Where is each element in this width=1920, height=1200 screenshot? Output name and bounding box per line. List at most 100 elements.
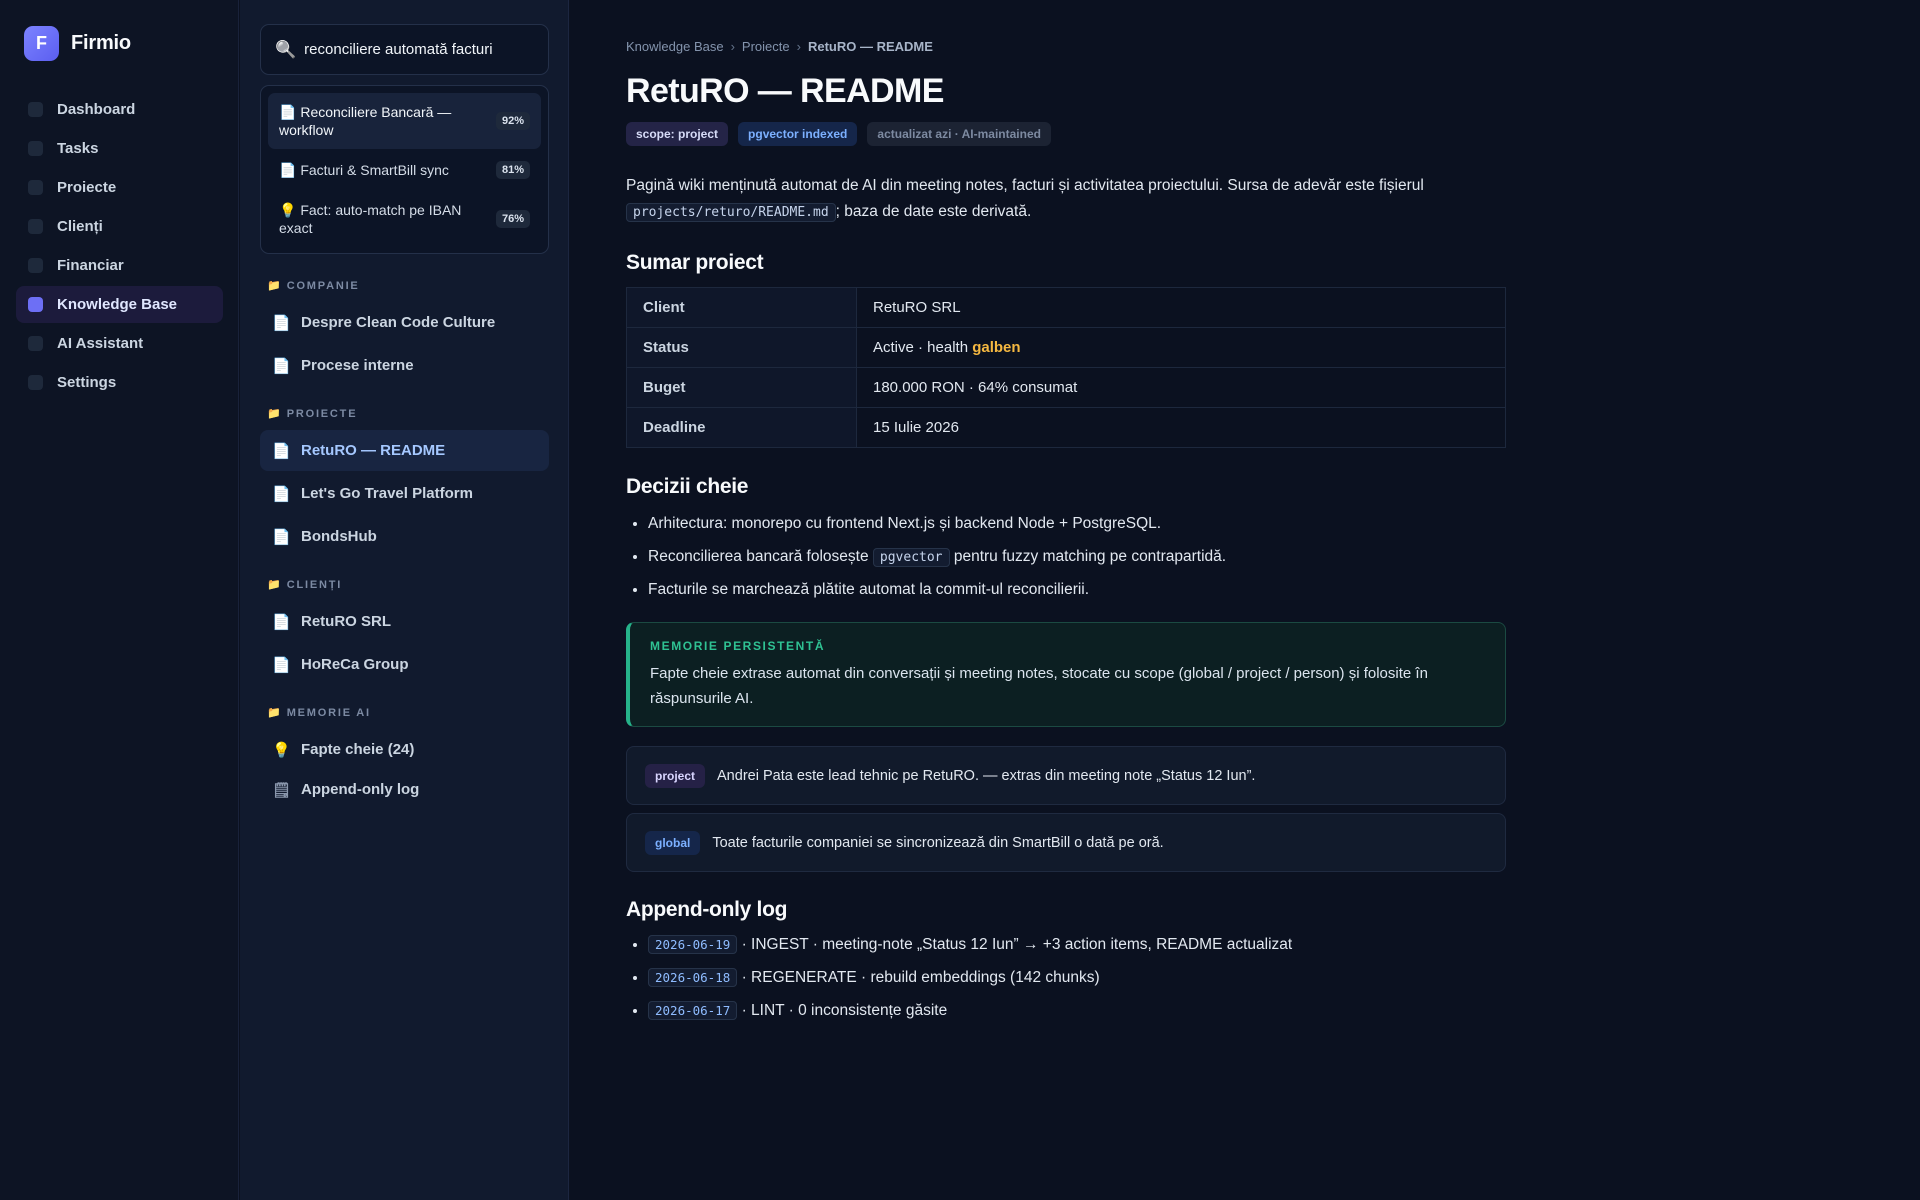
document-icon: 📄 — [272, 656, 291, 674]
table-value: RetuRO SRL — [856, 287, 1506, 328]
app-name: Firmio — [71, 32, 131, 54]
decisions-list: Arhitectura: monorepo cu frontend Next.j… — [648, 512, 1226, 611]
summary-heading: Sumar proiect — [626, 251, 764, 274]
breadcrumb: Knowledge Base › Proiecte › RetuRO — README — [626, 39, 933, 54]
index-badge: pgvector indexed — [738, 122, 858, 146]
result-title-wrap: 💡 Fact: auto-match pe IBAN exact — [279, 201, 479, 237]
nav-item-financiar[interactable]: Financiar — [16, 247, 223, 284]
callout-label: MEMORIE PERSISTENTĂ — [650, 639, 826, 653]
knowledge-base-icon — [28, 297, 43, 312]
page-badges: scope: project pgvector indexed actualiz… — [626, 122, 1061, 146]
scope-tag: project — [645, 763, 706, 788]
breadcrumb-separator: › — [796, 39, 801, 54]
search-result[interactable]: 📄 Facturi & SmartBill sync 81% — [268, 150, 541, 190]
section-label-companie: 📁 COMPANIE — [267, 279, 360, 293]
brand[interactable]: F Firmio — [24, 26, 131, 61]
search-result[interactable]: 💡 Fact: auto-match pe IBAN exact 76% — [268, 191, 541, 246]
main-nav: Dashboard Tasks Proiecte Clienți Financi… — [16, 91, 223, 403]
nav-item-dashboard[interactable]: Dashboard — [16, 91, 223, 128]
kb-item-label: BondsHub — [301, 528, 377, 545]
fact-text: Andrei Pata este lead tehnic pe RetuRO. … — [717, 767, 1256, 784]
folder-icon: 📁 — [267, 579, 281, 591]
tasks-icon — [28, 141, 43, 156]
nav-item-knowledge-base[interactable]: Knowledge Base — [16, 286, 223, 323]
page-title: RetuRO — README — [626, 72, 944, 110]
table-key: Buget — [626, 367, 857, 408]
summary-table: Client RetuRO SRL Status Active · health g… — [626, 287, 1506, 448]
breadcrumb-link[interactable]: Knowledge Base — [626, 39, 724, 54]
section-label-text: MEMORIE AI — [286, 706, 371, 719]
result-title-wrap: 📄 Facturi & SmartBill sync — [279, 161, 479, 179]
breadcrumb-link[interactable]: Proiecte — [742, 39, 790, 54]
breadcrumb-current: RetuRO — README — [807, 39, 933, 54]
nav-item-label: Proiecte — [57, 179, 117, 196]
nav-item-tasks[interactable]: Tasks — [16, 130, 223, 167]
section-label-memorie-ai: 📁 MEMORIE AI — [267, 706, 371, 720]
kb-item-returo-readme[interactable]: 📄 RetuRO — README — [260, 430, 549, 471]
log-text: · INGEST · meeting-note „Status 12 Iun” … — [741, 936, 1293, 953]
app-logo: F — [24, 26, 59, 61]
dashboard-icon — [28, 102, 43, 117]
search-icon: 🔍 — [275, 39, 297, 59]
settings-icon — [28, 375, 43, 390]
relevance-score: 76% — [495, 209, 530, 228]
memory-callout: MEMORIE PERSISTENTĂ Fapte cheie extrase … — [626, 622, 1506, 727]
table-value: 180.000 RON · 64% consumat — [856, 367, 1506, 408]
kb-item-despre-clean-code[interactable]: 📄 Despre Clean Code Culture — [260, 302, 549, 343]
fact-card[interactable]: global Toate facturile companiei se sinc… — [626, 813, 1506, 872]
nav-item-clienti[interactable]: Clienți — [16, 208, 223, 245]
kb-item-lets-go-travel[interactable]: 📄 Let's Go Travel Platform — [260, 473, 549, 514]
nav-item-proiecte[interactable]: Proiecte — [16, 169, 223, 206]
nav-item-ai-assistant[interactable]: AI Assistant — [16, 325, 223, 362]
section-label-proiecte: 📁 PROIECTE — [267, 407, 358, 421]
table-row: Buget 180.000 RON · 64% consumat — [626, 367, 1506, 408]
kb-item-label: HoReCa Group — [301, 656, 409, 673]
section-label-text: PROIECTE — [286, 407, 358, 420]
table-key: Status — [626, 327, 857, 368]
table-value: 15 Iulie 2026 — [856, 407, 1506, 448]
scope-tag: global — [645, 830, 701, 855]
decisions-heading: Decizii cheie — [626, 475, 749, 498]
kb-search-input[interactable] — [304, 41, 535, 58]
document-icon: 📄 — [279, 162, 297, 178]
fact-card[interactable]: project Andrei Pata este lead tehnic pe … — [626, 746, 1506, 805]
table-value: Active · health — [873, 339, 969, 356]
kb-item-procese-interne[interactable]: 📄 Procese interne — [260, 345, 549, 386]
nav-item-label: Tasks — [57, 140, 99, 157]
list-item: Reconcilierea bancară folosește pgvector… — [648, 545, 1226, 578]
log-heading: Append-only log — [626, 898, 788, 921]
kb-item-bondshub[interactable]: 📄 BondsHub — [260, 516, 549, 557]
log-entry: 2026-06-18 · REGENERATE · rebuild embedd… — [648, 966, 1292, 999]
clients-icon — [28, 219, 43, 234]
kb-search-box[interactable]: 🔍 — [260, 24, 549, 75]
result-title-wrap: 📄 Reconciliere Bancară — workflow — [279, 103, 479, 139]
kb-item-fapte-cheie[interactable]: 💡 Fapte cheie (24) — [260, 729, 549, 770]
ai-assistant-icon — [28, 336, 43, 351]
search-result[interactable]: 📄 Reconciliere Bancară — workflow 92% — [268, 93, 541, 149]
document-icon: 📄 — [272, 442, 291, 460]
lightbulb-icon: 💡 — [279, 201, 297, 218]
kb-item-label: Let's Go Travel Platform — [301, 485, 473, 502]
table-value-cell: Active · health galben — [856, 327, 1506, 368]
document-icon: 📄 — [272, 314, 291, 332]
log-entry: 2026-06-17 · LINT · 0 inconsistențe găsi… — [648, 999, 1292, 1032]
notepad-icon: 🗒 — [272, 781, 292, 799]
kb-item-append-only-log[interactable]: 🗒 Append-only log — [260, 769, 549, 810]
kb-item-label: Append-only log — [301, 781, 420, 798]
kb-item-horeca-group[interactable]: 📄 HoReCa Group — [260, 644, 549, 685]
document-icon: 📄 — [272, 357, 291, 375]
folder-icon: 📁 — [267, 408, 281, 420]
result-title: Fact: auto-match pe IBAN exact — [279, 201, 462, 236]
log-date: 2026-06-17 — [648, 1001, 738, 1020]
inline-code: pgvector — [872, 548, 950, 567]
lightbulb-icon: 💡 — [272, 741, 291, 759]
intro-text: Pagină wiki menținută automat de AI din … — [626, 177, 1424, 194]
intro-text: ; baza de date este derivată. — [835, 203, 1032, 220]
document-icon: 📄 — [272, 528, 291, 546]
relevance-score: 92% — [495, 112, 530, 130]
table-key: Client — [626, 287, 857, 328]
nav-item-settings[interactable]: Settings — [16, 364, 223, 401]
nav-item-label: AI Assistant — [57, 335, 144, 352]
kb-item-returo-srl[interactable]: 📄 RetuRO SRL — [260, 601, 549, 642]
kb-item-label: RetuRO SRL — [301, 613, 391, 630]
